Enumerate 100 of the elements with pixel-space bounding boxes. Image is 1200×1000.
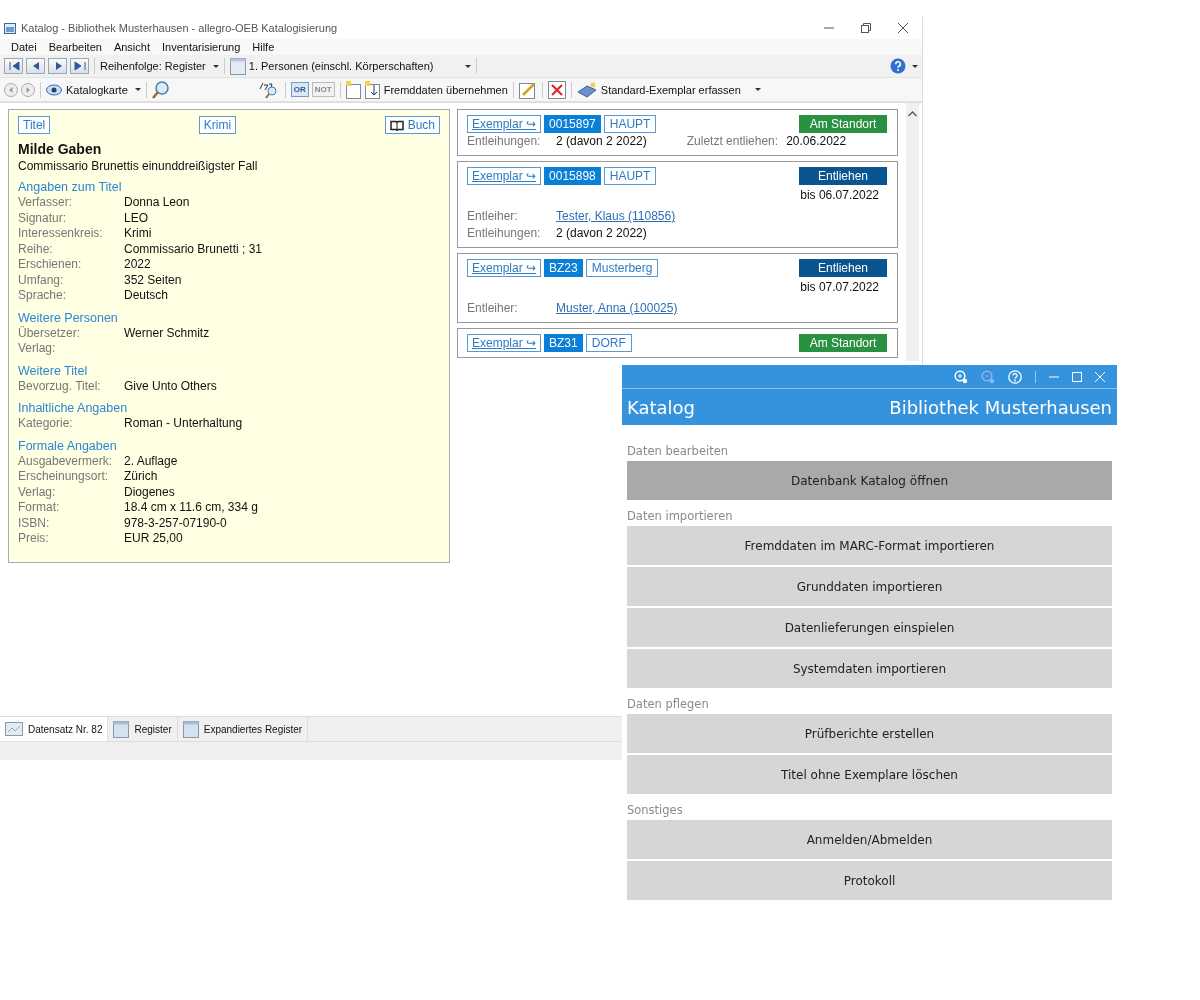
tab[interactable]: Datensatz Nr. 82 [0,717,109,741]
field-label: Reihe: [18,241,54,257]
field-label: Kategorie: [18,416,74,432]
edit-icon[interactable] [518,80,537,99]
delete-icon[interactable] [547,80,566,99]
action-button[interactable]: Datenbank Katalog öffnen [627,461,1112,500]
zoom-in-icon[interactable] [954,369,968,384]
field-label: Erschienen: [18,257,83,273]
field-value: EUR 25,00 [124,531,183,547]
field-value: 18.4 cm x 11.6 cm, 334 g [124,500,258,516]
action-button[interactable]: Fremddaten im MARC-Format importieren [627,526,1112,565]
field-label: Sprache: [18,288,68,304]
field-label: ISBN: [18,515,51,531]
restore-icon[interactable] [861,23,871,33]
copy-link[interactable]: Exemplar ↪ [467,259,542,277]
order-dropdown[interactable]: Reihenfolge: Register [100,60,219,72]
barcode-tag: 0015898 [544,167,601,185]
field-value: Diogenes [124,484,175,500]
close-icon[interactable] [898,23,908,33]
book-icon [576,81,597,98]
window-title: Katalog - Bibliothek Musterhausen - allegro-OEB Katalogisierung [21,22,338,34]
field-label: Format: [18,500,61,516]
barcode-tag: BZ23 [544,259,583,277]
view-dropdown[interactable]: Katalogkarte [46,83,141,96]
record-icon [5,722,23,736]
location-tag: Musterberg [585,259,659,277]
field-label: Preis: [18,531,50,547]
tag: Titel [18,116,51,134]
field-label: Verlag: [18,341,57,357]
location-tag: HAUPT [603,167,657,185]
menu-item[interactable]: Ansicht [107,41,156,53]
section-heading: Weitere Titel [18,362,89,379]
field-value: LEO [124,210,148,226]
field-label: Signatur: [18,210,68,226]
operator-button[interactable]: OR [290,82,309,97]
field-label: Verfasser: [18,195,74,211]
field-value: 352 Seiten [124,272,182,288]
maximize-icon[interactable] [1072,371,1082,382]
field-label: Entleihungen: [467,133,542,150]
field-label: Entleiher: [467,300,519,317]
import-button[interactable]: Fremddaten übernehmen [364,80,508,99]
copy-link[interactable]: Exemplar ↪ [467,334,542,352]
action-button[interactable]: Anmelden/Abmelden [627,820,1112,859]
field-value: Krimi [124,226,152,242]
help-icon[interactable] [1008,369,1022,384]
status-badge: Am Standort [799,334,887,352]
forward-icon[interactable] [21,82,35,97]
search-icon[interactable] [151,80,170,99]
folder-icon [182,720,199,738]
field-value: 2 (davon 2 2022) [556,225,647,242]
app-title: Katalog [627,396,696,418]
status-badge: Entliehen [799,167,887,185]
action-button[interactable]: Grunddaten importieren [627,567,1112,606]
field-value: Werner Schmitz [124,325,210,341]
back-icon[interactable] [4,82,18,97]
new-record-icon[interactable] [345,80,362,99]
menu-item[interactable]: Bearbeiten [42,41,108,53]
copy-link[interactable]: Exemplar ↪ [467,167,542,185]
field-label: Entleiher: [467,208,519,225]
action-button[interactable]: Datenlieferungen einspielen [627,608,1112,647]
help-icon[interactable] [890,58,906,74]
field-label: Entleihungen: [467,225,542,242]
field-label: Zuletzt entliehen: [686,133,779,150]
field-value: Deutsch [124,288,169,304]
scrollbar[interactable] [906,103,919,361]
add-copy-dropdown[interactable]: Standard-Exemplar erfassen [576,81,761,98]
section-heading: Daten pflegen [627,696,710,712]
field-label: Interessenkreis: [18,226,104,242]
action-button[interactable]: Prüfberichte erstellen [627,714,1112,753]
field-label: Verlag: [18,484,57,500]
last-record-icon[interactable] [72,59,87,73]
folder-icon [113,720,130,738]
section-heading: Inhaltliche Angaben [18,400,129,416]
book-icon [389,119,404,131]
field-value: 20.06.2022 [786,133,847,150]
borrower-link[interactable]: Muster, Anna (100025) [556,300,678,317]
menu-item[interactable]: Datei [5,41,43,53]
section-heading: Daten bearbeiten [627,443,730,459]
action-button[interactable]: Protokoll [627,861,1112,900]
field-value: 978-3-257-07190-0 [124,515,227,531]
section-heading: Weitere Personen [18,309,119,326]
first-record-icon[interactable] [6,59,21,73]
action-button[interactable]: Systemdaten importieren [627,649,1112,688]
menu-item[interactable]: Hilfe [246,41,281,53]
index-dropdown[interactable]: 1. Personen (einschl. Körperschaften) [248,60,471,72]
field-value: 2 (davon 2 2022) [556,133,647,150]
copy-link[interactable]: Exemplar ↪ [467,115,542,133]
app-icon [4,22,16,34]
numeric-search-icon[interactable] [257,80,280,99]
field-label: Übersetzer: [18,325,82,341]
borrower-link[interactable]: Tester, Klaus (110856) [556,208,676,225]
field-value: Roman - Unterhaltung [124,416,243,432]
field-value: Donna Leon [124,195,190,211]
menu-item[interactable]: Inventarisierung [156,41,247,53]
section-heading: Sonstiges [627,802,684,818]
eye-icon [46,83,62,96]
scroll-up-icon[interactable] [908,111,917,117]
barcode-tag: BZ31 [544,334,583,352]
record-title: Milde Gaben [18,141,103,157]
action-button[interactable]: Titel ohne Exemplare löschen [627,755,1112,794]
